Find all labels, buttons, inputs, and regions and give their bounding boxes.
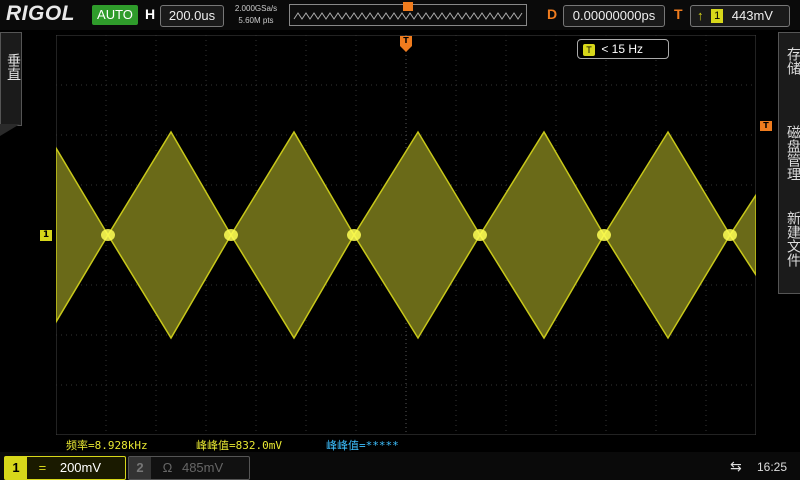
sample-rate: 2.000GSa/s xyxy=(234,4,278,13)
channel1-settings[interactable]: 1 = 200mV xyxy=(4,456,126,480)
softkey-disk-management-label: 磁盘管理 xyxy=(785,125,800,181)
softkey-menu: 存储 磁盘管理 新建文件 xyxy=(778,32,800,294)
softkey-storage[interactable]: 存储 xyxy=(779,47,800,75)
channel1-scale: 200mV xyxy=(59,460,102,475)
trigger-position-marker-icon xyxy=(403,2,413,11)
memory-depth: 5.60M pts xyxy=(238,16,274,25)
trigger-frequency-box: T < 15 Hz xyxy=(577,39,669,59)
trigger-settings[interactable]: ↑ 1 443mV xyxy=(690,5,790,27)
trigger-status-icon: T xyxy=(583,44,595,56)
timebase-value[interactable]: 200.0us xyxy=(160,5,224,27)
clock-time: 16:25 xyxy=(757,460,788,474)
run-mode-auto-button[interactable]: AUTO xyxy=(92,5,138,25)
rising-edge-icon: ↑ xyxy=(697,8,704,23)
channel1-badge: 1 xyxy=(5,457,27,479)
softkey-new-file[interactable]: 新建文件 xyxy=(779,211,800,267)
trigger-frequency-value: < 15 Hz xyxy=(601,42,644,56)
measurement-frequency: 频率=8.928kHz xyxy=(66,439,148,452)
softkey-storage-label: 存储 xyxy=(785,47,800,75)
top-status-bar: RIGOL AUTO H 200.0us 2.000GSa/s 5.60M pt… xyxy=(0,0,800,30)
channel2-impedance-icon: Ω xyxy=(162,460,173,475)
channel1-waveform xyxy=(56,130,756,340)
channel2-settings[interactable]: 2 Ω 485mV xyxy=(128,456,250,480)
trigger-level-value: 443mV xyxy=(731,8,773,23)
measurement-vpp-ch1: 峰峰值=832.0mV xyxy=(196,439,282,452)
waveform-display[interactable] xyxy=(56,35,756,435)
rigol-logo: RIGOL xyxy=(6,2,75,25)
channel2-scale: 485mV xyxy=(181,460,224,475)
trigger-label: T xyxy=(674,6,683,22)
memory-position-bar[interactable] xyxy=(289,2,527,26)
vertical-menu-tab[interactable]: 垂直 xyxy=(0,32,22,126)
trigger-source-badge: 1 xyxy=(711,9,724,23)
channel2-badge: 2 xyxy=(129,457,151,479)
trigger-position-arrow-icon xyxy=(400,46,412,52)
usb-icon: ⇆ xyxy=(730,459,742,475)
delay-label: D xyxy=(547,6,558,22)
measurement-vpp-ch2: 峰峰值=***** xyxy=(326,439,399,452)
channel1-offset-marker[interactable]: 1 xyxy=(40,230,52,241)
softkey-disk-management[interactable]: 磁盘管理 xyxy=(779,125,800,181)
left-tab-corner xyxy=(0,124,20,136)
delay-value[interactable]: 0.00000000ps xyxy=(563,5,665,27)
softkey-new-file-label: 新建文件 xyxy=(785,211,800,267)
vertical-menu-label: 垂直 xyxy=(5,53,21,81)
trigger-position-marker[interactable]: T xyxy=(400,36,412,46)
acquisition-info: 2.000GSa/s 5.60M pts xyxy=(228,3,284,27)
trigger-level-marker[interactable]: T xyxy=(760,121,772,131)
channel1-coupling-icon: = xyxy=(38,460,47,475)
horizontal-label: H xyxy=(145,6,156,22)
